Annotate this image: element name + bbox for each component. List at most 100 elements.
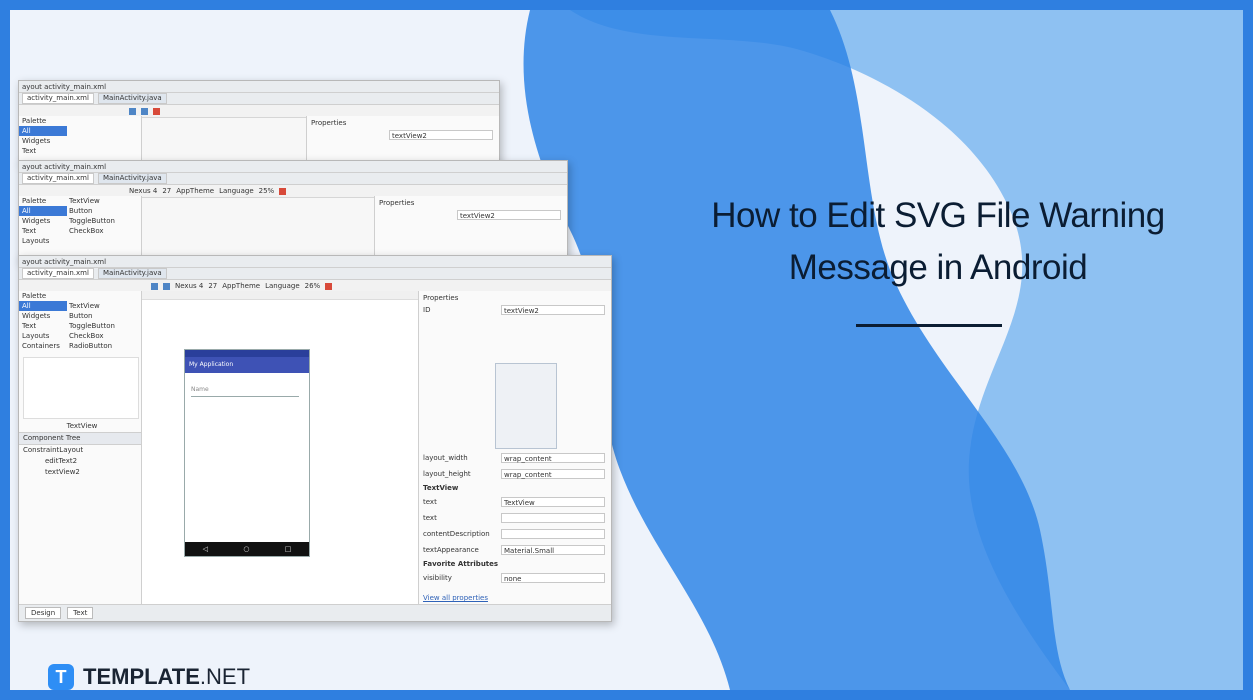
editor-tabs: activity_main.xml MainActivity.java <box>19 93 499 105</box>
tab-main-activity[interactable]: MainActivity.java <box>97 93 167 104</box>
prop-value-content-description[interactable] <box>501 529 605 539</box>
page-frame: ayout activity_main.xml activity_main.xm… <box>0 0 1253 700</box>
language-selector[interactable]: Language <box>265 282 300 290</box>
back-icon[interactable]: ◁ <box>203 545 208 553</box>
palette-item-button[interactable]: Button <box>69 206 115 216</box>
tree-item-edittext[interactable]: editText2 <box>19 456 141 467</box>
prop-value-text-appearance[interactable]: Material.Small <box>501 545 605 555</box>
theme-selector[interactable]: AppTheme <box>176 187 214 195</box>
page-title: How to Edit SVG File Warning Message in … <box>638 190 1238 294</box>
home-icon[interactable]: ○ <box>243 545 249 553</box>
palette-item-textview[interactable]: TextView <box>69 196 115 206</box>
palette-preview <box>23 357 139 419</box>
palette-category-all[interactable]: All <box>19 301 67 311</box>
template-logo-icon: T <box>48 664 74 690</box>
prop-section-textview: TextView <box>423 484 459 492</box>
title-line-2: Message in Android <box>788 248 1088 287</box>
error-icon[interactable] <box>279 187 287 195</box>
language-selector[interactable]: Language <box>219 187 254 195</box>
palette-category-all[interactable]: All <box>19 126 67 136</box>
prop-value-layout-height[interactable]: wrap_content <box>501 469 605 479</box>
tab-text[interactable]: Text <box>67 607 94 619</box>
breadcrumb-text: ayout activity_main.xml <box>22 162 107 171</box>
blueprint-icon[interactable] <box>141 107 148 115</box>
palette-panel: Palette All Widgets Text Layouts TextVie… <box>19 196 142 261</box>
tab-activity-main[interactable]: activity_main.xml <box>22 268 94 279</box>
design-icon[interactable] <box>129 107 136 115</box>
palette-category-widgets[interactable]: Widgets <box>19 136 141 146</box>
device-selector[interactable]: Nexus 4 <box>129 187 157 195</box>
palette-item-button[interactable]: Button <box>69 311 115 321</box>
editor-tabs: activity_main.xml MainActivity.java <box>19 173 567 185</box>
prop-value-text-2[interactable] <box>501 513 605 523</box>
blueprint-icon[interactable] <box>163 282 170 290</box>
ide-window-front: ayout activity_main.xml activity_main.xm… <box>18 255 612 622</box>
prop-value-text[interactable]: TextView <box>501 497 605 507</box>
prop-section-favorites: Favorite Attributes <box>423 560 499 568</box>
component-tree-title: Component Tree <box>19 432 141 445</box>
palette-items: TextView Button ToggleButton CheckBox Ra… <box>69 301 115 351</box>
prop-value-visibility[interactable]: none <box>501 573 605 583</box>
palette-item-togglebutton[interactable]: ToggleButton <box>69 321 115 331</box>
phone-status-bar <box>185 350 309 357</box>
id-field[interactable]: textView2 <box>501 305 605 315</box>
properties-panel: Properties textView2 <box>374 196 567 261</box>
breadcrumb-text: ayout activity_main.xml <box>22 257 107 266</box>
palette-panel: Palette All Widgets Text <box>19 116 142 163</box>
palette-item-radiobutton[interactable]: RadioButton <box>69 341 115 351</box>
properties-title: Properties <box>311 119 347 127</box>
palette-category-layouts[interactable]: Layouts <box>19 236 141 246</box>
prop-value-layout-width[interactable]: wrap_content <box>501 453 605 463</box>
zoom-level[interactable]: 26% <box>305 282 321 290</box>
breadcrumb: ayout activity_main.xml <box>19 256 611 268</box>
breadcrumb: ayout activity_main.xml <box>19 161 567 173</box>
error-icon[interactable] <box>325 282 333 290</box>
properties-title: Properties <box>423 294 459 302</box>
palette-item-textview[interactable]: TextView <box>69 301 115 311</box>
tab-main-activity[interactable]: MainActivity.java <box>97 268 167 279</box>
theme-selector[interactable]: AppTheme <box>222 282 260 290</box>
palette-title: Palette <box>22 292 47 300</box>
device-selector[interactable]: Nexus 4 <box>175 282 203 290</box>
tab-main-activity[interactable]: MainActivity.java <box>97 173 167 184</box>
design-surface[interactable]: My Application Name ◁ ○ □ <box>142 291 418 605</box>
zoom-level[interactable]: 25% <box>259 187 275 195</box>
tab-design[interactable]: Design <box>25 607 62 619</box>
properties-title: Properties <box>379 199 415 207</box>
constraint-widget[interactable] <box>495 363 557 449</box>
view-all-properties-link[interactable]: View all properties <box>423 593 488 603</box>
id-field[interactable]: textView2 <box>457 210 561 220</box>
breadcrumb-text: ayout activity_main.xml <box>22 82 107 91</box>
title-line-1: How to Edit SVG File Warning <box>711 196 1165 235</box>
palette-item-togglebutton[interactable]: ToggleButton <box>69 216 115 226</box>
id-field[interactable]: textView2 <box>389 130 493 140</box>
brand-name: TEMPLATE.NET <box>83 664 250 690</box>
tab-activity-main[interactable]: activity_main.xml <box>22 93 94 104</box>
phone-nav-bar: ◁ ○ □ <box>185 542 309 556</box>
api-selector[interactable]: 27 <box>162 187 171 195</box>
api-selector[interactable]: 27 <box>208 282 217 290</box>
error-icon[interactable] <box>153 107 160 115</box>
palette-item-checkbox[interactable]: CheckBox <box>69 331 115 341</box>
palette-title: Palette <box>22 117 47 125</box>
phone-name-field[interactable]: Name <box>191 386 299 397</box>
palette-category-text[interactable]: Text <box>19 146 141 156</box>
tree-item-textview[interactable]: textView2 <box>19 467 141 478</box>
recents-icon[interactable]: □ <box>285 545 292 553</box>
palette-category-all[interactable]: All <box>19 206 67 216</box>
phone-preview[interactable]: My Application Name ◁ ○ □ <box>184 349 310 557</box>
hero-canvas: ayout activity_main.xml activity_main.xm… <box>10 10 1243 690</box>
prop-label-text: text <box>423 498 437 506</box>
prop-label-layout-width: layout_width <box>423 454 468 462</box>
properties-panel: Properties ID textView2 layout_width wra… <box>418 291 611 621</box>
palette-item-checkbox[interactable]: CheckBox <box>69 226 115 236</box>
ide-window-back: ayout activity_main.xml activity_main.xm… <box>18 80 500 164</box>
palette-items: TextView Button ToggleButton CheckBox <box>69 196 115 236</box>
tab-activity-main[interactable]: activity_main.xml <box>22 173 94 184</box>
prop-label-layout-height: layout_height <box>423 470 471 478</box>
prop-label-content-description: contentDescription <box>423 530 490 538</box>
phone-app-bar: My Application <box>185 357 309 373</box>
design-icon[interactable] <box>151 282 158 290</box>
tree-item-constraintlayout[interactable]: ConstraintLayout <box>19 445 141 456</box>
brand-logo[interactable]: T TEMPLATE.NET <box>48 664 250 690</box>
